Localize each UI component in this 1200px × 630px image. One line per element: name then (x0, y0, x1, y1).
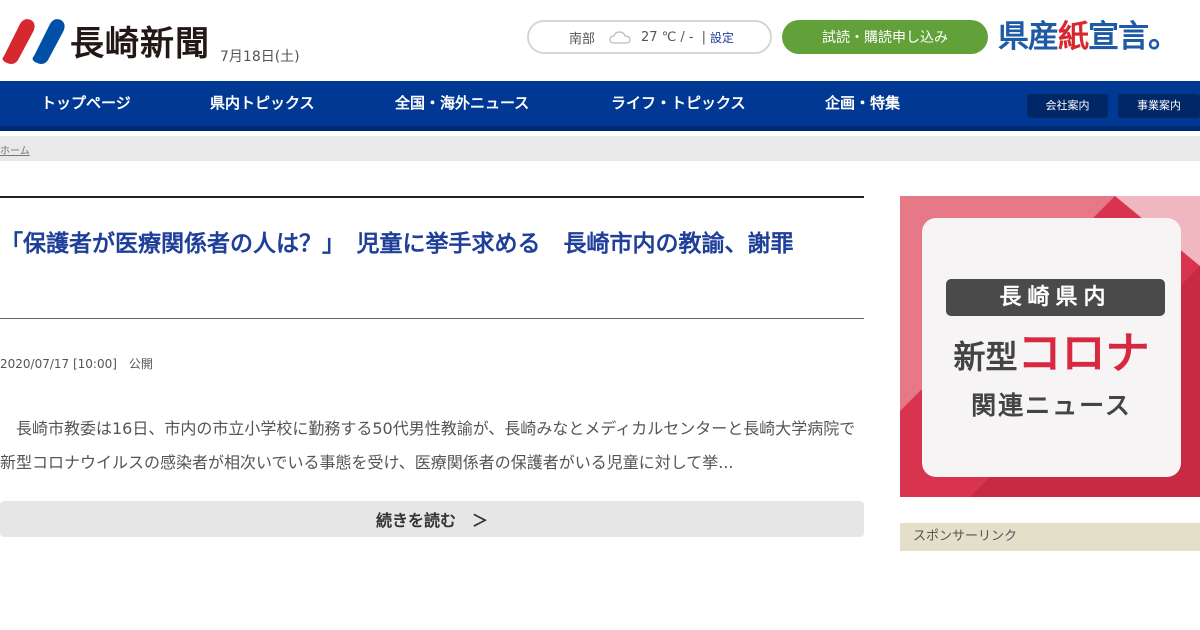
nav-item-features[interactable]: 企画・特集 (825, 81, 900, 126)
weather-widget[interactable]: 南部 27 ℃ / - | 設定 (527, 20, 772, 54)
covid-news-banner[interactable]: 長崎県内 新型コロナ 関連ニュース (900, 196, 1200, 497)
article-title: 「保護者が医療関係者の人は？」 児童に挙手求める 長崎市内の教諭、謝罪 (0, 231, 794, 257)
nav-item-top[interactable]: トップページ (41, 81, 131, 126)
cloud-icon (609, 31, 631, 44)
nav-item-life-topics[interactable]: ライフ・トピックス (611, 81, 746, 126)
article-lead: 長崎市教委は16日、市内の市立小学校に勤務する50代男性教諭が、長崎みなとメディ… (0, 419, 856, 472)
banner-region-label: 長崎県内 (946, 279, 1165, 316)
header-date: 7月18日(土) (220, 49, 300, 65)
nav-company-info[interactable]: 会社案内 (1027, 94, 1108, 118)
nav-item-prefecture-topics[interactable]: 県内トピックス (210, 81, 315, 126)
read-more-button[interactable]: 続きを読む ＞ (0, 501, 864, 537)
campaign-text-2: 紙 (1058, 19, 1089, 55)
weather-separator: | (701, 29, 707, 45)
banner-headline-part2: コロナ (1017, 328, 1150, 379)
nav-item-national-world[interactable]: 全国・海外ニュース (395, 81, 529, 126)
weather-region: 南部 (569, 31, 596, 47)
banner-card: 長崎県内 新型コロナ 関連ニュース (922, 218, 1181, 477)
campaign-banner[interactable]: 県産紙宣言。 (998, 18, 1179, 56)
campaign-text-3: 宣言。 (1088, 19, 1179, 55)
banner-headline-part1: 新型 (953, 338, 1018, 376)
article-divider (0, 318, 864, 319)
banner-headline: 新型コロナ (922, 328, 1181, 389)
article-top-divider (0, 196, 864, 198)
weather-temperature: 27 ℃ / - (641, 29, 694, 45)
site-header: 長崎新聞 7月18日(土) 南部 27 ℃ / - | 設定 試読・購読申し込み… (0, 0, 1200, 81)
site-logo-text[interactable]: 長崎新聞 (70, 22, 210, 66)
weather-settings-link[interactable]: 設定 (710, 29, 734, 46)
banner-subtitle: 関連ニュース (971, 391, 1132, 420)
main-nav: トップページ 県内トピックス 全国・海外ニュース ライフ・トピックス 企画・特集… (0, 81, 1200, 131)
logo-mark-icon[interactable] (0, 16, 68, 64)
subscribe-button[interactable]: 試読・購読申し込み (782, 20, 988, 54)
campaign-text-1: 県産 (998, 19, 1059, 55)
nav-business-info[interactable]: 事業案内 (1118, 94, 1200, 118)
breadcrumb: ホーム (0, 136, 1200, 161)
breadcrumb-home-link[interactable]: ホーム (0, 142, 30, 157)
sponsor-link-header: スポンサーリンク (900, 523, 1200, 551)
article-publish-date: 2020/07/17 [10:00] 公開 (0, 357, 153, 371)
